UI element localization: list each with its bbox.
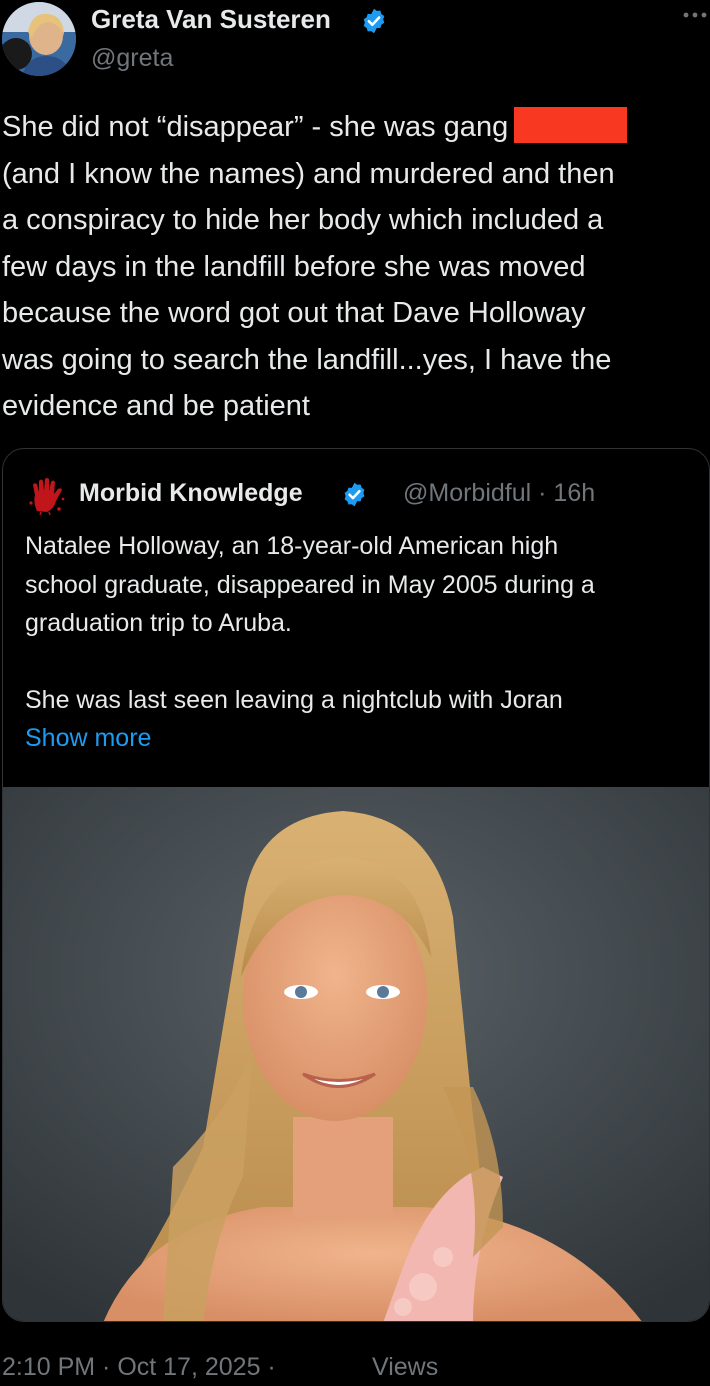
verified-badge-icon [344,482,365,507]
tweet-timestamp[interactable]: 2:10 PM · Oct 17, 2025 · [2,1353,276,1381]
more-options-icon[interactable] [682,8,708,22]
tweet-line: a conspiracy to hide her body which incl… [2,204,604,236]
quoted-tweet-text: Natalee Holloway, an 18-year-old America… [25,527,705,758]
tweet-header: Greta Van Susteren @greta [0,0,710,90]
portrait-photo-icon [3,787,709,1321]
author-handle[interactable]: @greta [91,44,173,73]
show-more-link[interactable]: Show more [25,719,705,758]
tweet-line: was going to search the landfill...yes, … [2,343,612,376]
quoted-handle-time: @Morbidful · 16h [403,479,596,507]
tweet-views: Views [372,1353,439,1381]
quoted-tweet-card[interactable]: Morbid Knowledge @Morbidful · 16h Natale… [2,448,710,1322]
verified-badge-icon [363,8,385,34]
quoted-author-name[interactable]: Morbid Knowledge [79,479,303,508]
quote-line: Natalee Holloway, an 18-year-old America… [25,532,559,560]
redaction-bar [514,107,628,143]
author-avatar[interactable] [2,2,76,76]
tweet-line: few days in the landfill before she was … [2,250,586,283]
tweet-text: She did not “disappear” - she was gang (… [2,104,707,430]
tweet-footer: 2:10 PM · Oct 17, 2025 · Views [2,1353,438,1382]
avatar-photo-icon [2,2,76,76]
tweet-line: (and I know the names) and murdered and … [2,157,615,190]
tweet-line-text: She did not “disappear” - she was gang [2,111,509,143]
tweet-line: because the word got out that Dave Hollo… [2,297,586,329]
tweet-line: evidence and be patient [2,390,310,422]
tweet-line: She did not “disappear” - she was gang [2,104,707,151]
quoted-media-image[interactable] [3,787,709,1321]
author-name[interactable]: Greta Van Susteren [91,4,331,35]
quote-line: graduation trip to Aruba. [25,609,292,637]
bloody-hand-icon [29,478,65,515]
quote-line: She was last seen leaving a nightclub wi… [25,685,563,714]
quote-line: school graduate, disappeared in May 2005… [25,570,595,599]
